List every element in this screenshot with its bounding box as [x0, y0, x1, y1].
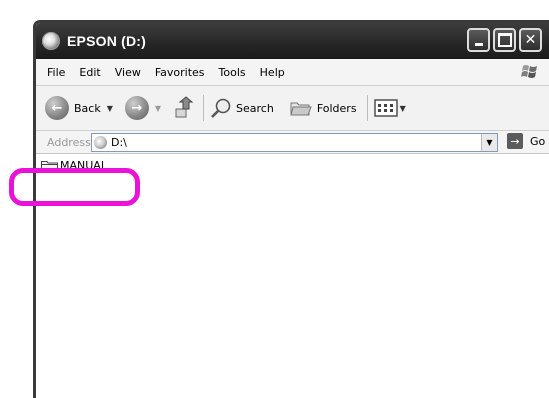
menu-tools[interactable]: Tools: [212, 66, 253, 79]
address-dropdown-icon[interactable]: ▼: [481, 134, 497, 151]
minimize-icon: [474, 43, 483, 46]
toolbar-separator: [366, 95, 368, 121]
address-label: Address: [47, 135, 91, 149]
window-title: EPSON (D:): [67, 33, 146, 49]
folders-button[interactable]: Folders: [290, 98, 357, 118]
toolbar-separator: [203, 95, 205, 121]
close-button[interactable]: ✕: [519, 28, 542, 52]
menu-edit[interactable]: Edit: [72, 66, 107, 79]
standard-toolbar: ← Back ▼ → ▼ Search Folders ▼: [36, 86, 549, 131]
title-bar[interactable]: EPSON (D:) ✕: [36, 23, 549, 59]
back-button[interactable]: ← Back ▼: [45, 96, 113, 120]
folders-icon: [290, 102, 312, 116]
windows-logo-icon: [521, 65, 537, 78]
drive-icon: [94, 136, 107, 149]
views-button[interactable]: ▼: [373, 98, 406, 118]
drive-icon: [42, 32, 60, 50]
up-folder-button[interactable]: [173, 96, 197, 120]
menu-bar: File Edit View Favorites Tools Help: [36, 59, 549, 86]
menu-view[interactable]: View: [108, 66, 148, 79]
go-arrow-icon[interactable]: →: [507, 133, 523, 149]
forward-arrow-icon: →: [124, 96, 149, 120]
up-folder-icon: [175, 96, 194, 118]
views-dropdown-icon[interactable]: ▼: [400, 104, 406, 113]
back-label: Back: [74, 101, 101, 115]
address-value[interactable]: D:\: [111, 136, 127, 149]
folders-label: Folders: [316, 101, 357, 115]
menu-help[interactable]: Help: [253, 66, 292, 79]
explorer-window: EPSON (D:) ✕ File Edit View Favorites To…: [33, 20, 549, 398]
forward-dropdown-icon[interactable]: ▼: [155, 104, 161, 113]
address-field[interactable]: D:\ ▼: [91, 133, 498, 152]
go-button[interactable]: Go: [530, 135, 545, 148]
search-button[interactable]: Search: [210, 97, 274, 119]
maximize-button[interactable]: [493, 28, 516, 52]
address-bar: Address D:\ ▼ → Go: [36, 131, 549, 154]
back-arrow-icon: ←: [45, 96, 69, 120]
close-icon: ✕: [524, 32, 537, 48]
search-icon: [211, 98, 231, 118]
forward-button[interactable]: → ▼: [124, 96, 161, 120]
views-icon: [373, 99, 398, 117]
search-label: Search: [236, 101, 274, 115]
menu-file[interactable]: File: [36, 66, 72, 79]
maximize-icon: [497, 33, 512, 47]
back-dropdown-icon[interactable]: ▼: [107, 104, 113, 113]
highlight-circle: [9, 168, 140, 206]
minimize-button[interactable]: [467, 28, 490, 52]
menu-favorites[interactable]: Favorites: [148, 66, 212, 79]
